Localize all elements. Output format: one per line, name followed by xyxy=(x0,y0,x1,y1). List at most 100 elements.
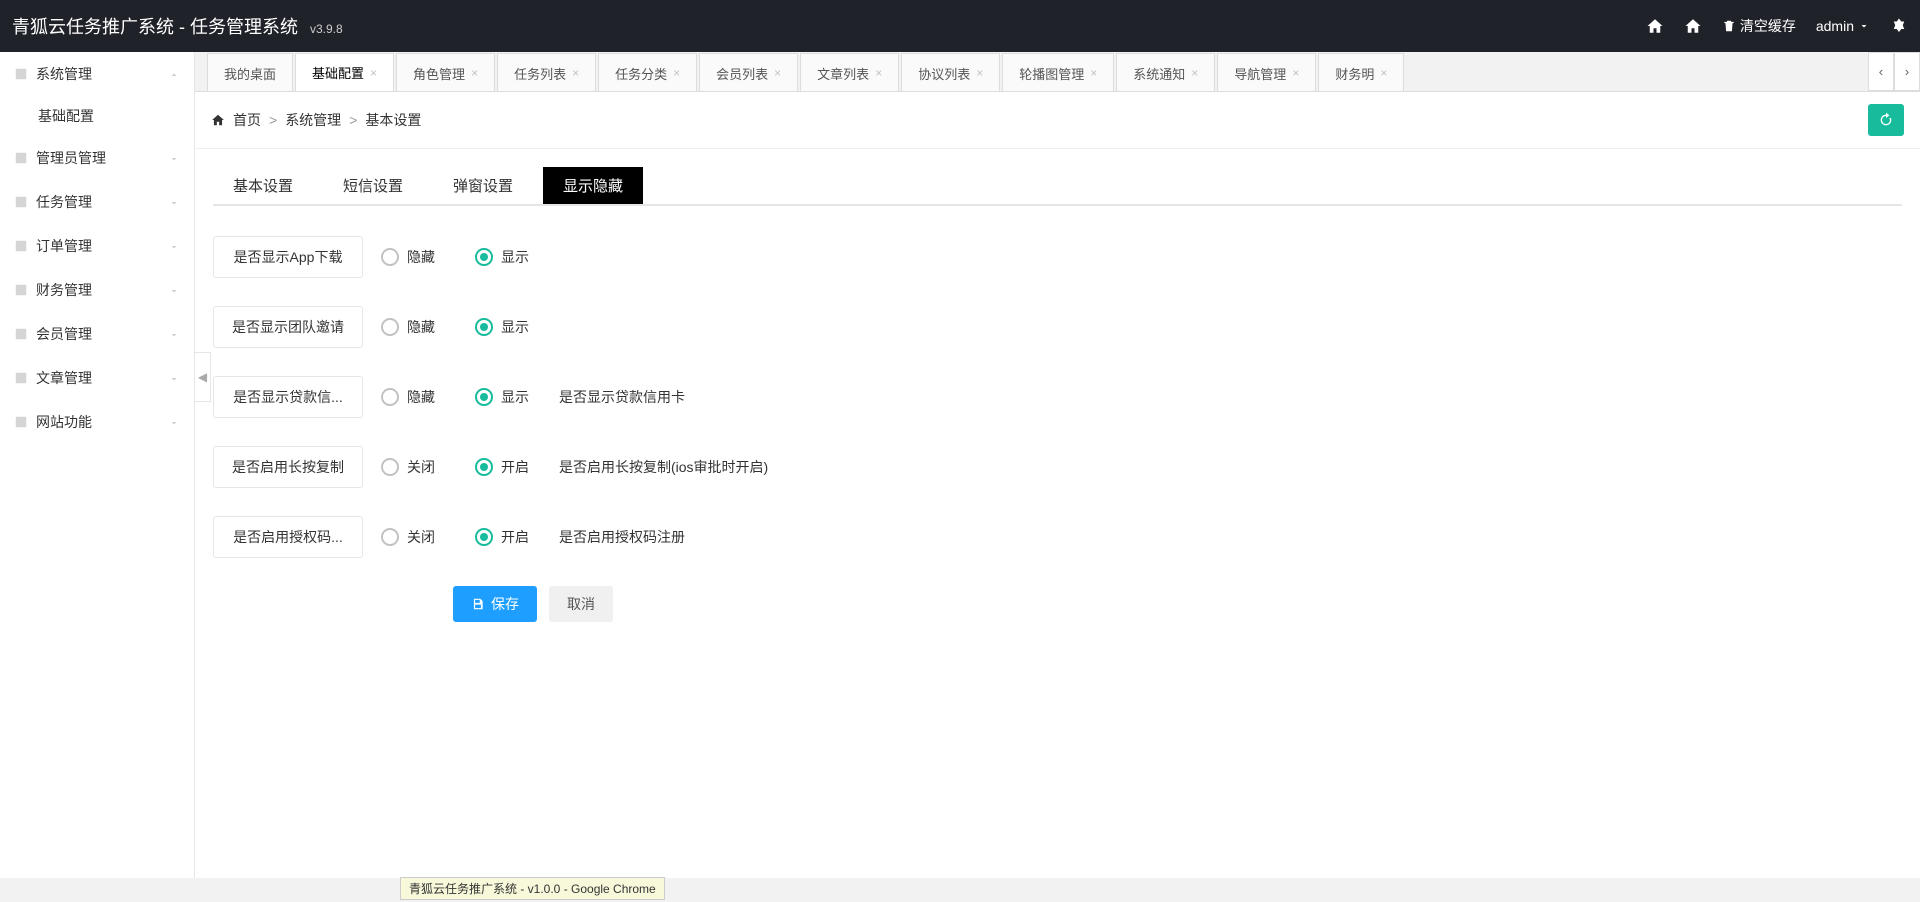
radio-a[interactable]: 隐藏 xyxy=(381,387,435,407)
user-name: admin xyxy=(1816,18,1854,34)
form-row-3: 是否启用长按复制关闭 开启 是否启用长按复制(ios审批时开启) xyxy=(213,446,1902,488)
close-icon[interactable]: × xyxy=(572,66,579,80)
tab-label: 任务列表 xyxy=(514,64,566,83)
save-button[interactable]: 保存 xyxy=(453,586,537,622)
radio-b[interactable]: 开启 xyxy=(475,457,529,477)
close-icon[interactable]: × xyxy=(1292,66,1299,80)
menu-icon xyxy=(14,371,28,385)
radio-label: 显示 xyxy=(501,247,529,267)
sidebar-item-7[interactable]: 网站功能 xyxy=(0,400,194,444)
sidebar-item-0[interactable]: 系统管理 xyxy=(0,52,194,96)
radio-b[interactable]: 显示 xyxy=(475,317,529,337)
radio-circle-icon xyxy=(475,528,493,546)
sub-tab-1[interactable]: 短信设置 xyxy=(323,167,423,204)
breadcrumb-2: 基本设置 xyxy=(365,110,421,130)
form-label: 是否启用长按复制 xyxy=(213,446,363,488)
radio-a[interactable]: 关闭 xyxy=(381,527,435,547)
sidebar-item-6[interactable]: 文章管理 xyxy=(0,356,194,400)
tab-11[interactable]: 财务明 × xyxy=(1318,53,1404,91)
close-icon[interactable]: × xyxy=(1090,66,1097,80)
radio-label: 显示 xyxy=(501,387,529,407)
tab-label: 财务明 xyxy=(1335,64,1374,83)
sidebar-item-label: 订单管理 xyxy=(36,236,92,256)
radio-circle-icon xyxy=(381,248,399,266)
tab-7[interactable]: 协议列表× xyxy=(901,53,1000,91)
close-icon[interactable]: × xyxy=(1380,66,1387,80)
breadcrumb-1[interactable]: 系统管理 xyxy=(285,110,341,130)
row-note: 是否启用长按复制(ios审批时开启) xyxy=(559,457,768,477)
tab-2[interactable]: 角色管理 × xyxy=(396,53,495,91)
close-icon[interactable]: × xyxy=(673,66,680,80)
sidebar-subitem-0-0[interactable]: 基础配置 xyxy=(0,96,194,136)
chevron-down-icon xyxy=(168,196,180,208)
tab-3[interactable]: 任务列表 × xyxy=(497,53,596,91)
chevron-down-icon xyxy=(168,240,180,252)
browser-tooltip: 青狐云任务推广系统 - v1.0.0 - Google Chrome xyxy=(400,877,665,900)
close-icon[interactable]: × xyxy=(1191,66,1198,80)
sidebar-item-3[interactable]: 订单管理 xyxy=(0,224,194,268)
radio-circle-icon xyxy=(475,248,493,266)
close-icon[interactable]: × xyxy=(774,66,781,80)
radio-b[interactable]: 显示 xyxy=(475,247,529,267)
user-menu[interactable]: admin xyxy=(1816,18,1870,34)
sidebar-item-2[interactable]: 任务管理 xyxy=(0,180,194,224)
radio-b[interactable]: 开启 xyxy=(475,527,529,547)
breadcrumb-home[interactable]: 首页 xyxy=(233,110,261,130)
tab-label: 任务分类 xyxy=(615,64,667,83)
theme-icon[interactable] xyxy=(1890,17,1908,35)
sidebar-item-5[interactable]: 会员管理 xyxy=(0,312,194,356)
form-label: 是否显示App下载 xyxy=(213,236,363,278)
menu-icon xyxy=(14,415,28,429)
sidebar-item-1[interactable]: 管理员管理 xyxy=(0,136,194,180)
sub-tab-3[interactable]: 显示隐藏 xyxy=(543,167,643,204)
sidebar-item-label: 任务管理 xyxy=(36,192,92,212)
menu-icon xyxy=(14,195,28,209)
clear-cache-button[interactable]: 清空缓存 xyxy=(1722,16,1796,36)
radio-a[interactable]: 隐藏 xyxy=(381,247,435,267)
tabs-next-button[interactable]: › xyxy=(1894,52,1920,91)
home-alt-icon[interactable] xyxy=(1684,17,1702,35)
tab-9[interactable]: 系统通知× xyxy=(1116,53,1215,91)
close-icon[interactable]: × xyxy=(875,66,882,80)
breadcrumb: 首页 > 系统管理 > 基本设置 xyxy=(211,110,421,130)
close-icon[interactable]: × xyxy=(976,66,983,80)
sidebar-item-label: 财务管理 xyxy=(36,280,92,300)
radio-b[interactable]: 显示 xyxy=(475,387,529,407)
radio-a[interactable]: 关闭 xyxy=(381,457,435,477)
form-row-1: 是否显示团队邀请隐藏显示 xyxy=(213,306,1902,348)
sidebar: 系统管理基础配置管理员管理任务管理订单管理财务管理会员管理文章管理网站功能 xyxy=(0,52,195,878)
tabs-prev-button[interactable]: ‹ xyxy=(1868,52,1894,91)
sub-tab-0[interactable]: 基本设置 xyxy=(213,167,313,204)
tab-label: 角色管理 xyxy=(413,64,465,83)
refresh-button[interactable] xyxy=(1868,104,1904,136)
form-row-2: 是否显示贷款信...隐藏显示是否显示贷款信用卡 xyxy=(213,376,1902,418)
tab-6[interactable]: 文章列表× xyxy=(800,53,899,91)
home-icon[interactable] xyxy=(1646,17,1664,35)
tab-8[interactable]: 轮播图管理× xyxy=(1002,53,1114,91)
sidebar-item-label: 文章管理 xyxy=(36,368,92,388)
radio-circle-icon xyxy=(475,388,493,406)
chevron-up-icon xyxy=(168,68,180,80)
tab-0[interactable]: 我的桌面 xyxy=(207,53,293,91)
sidebar-toggle[interactable]: ◀ xyxy=(195,352,211,402)
cancel-button[interactable]: 取消 xyxy=(549,586,613,622)
radio-a[interactable]: 隐藏 xyxy=(381,317,435,337)
chevron-down-icon xyxy=(1858,20,1870,32)
sidebar-item-4[interactable]: 财务管理 xyxy=(0,268,194,312)
tab-1[interactable]: 基础配置× xyxy=(295,53,394,91)
chevron-down-icon xyxy=(168,372,180,384)
menu-icon xyxy=(14,283,28,297)
sidebar-item-label: 系统管理 xyxy=(36,64,92,84)
tab-5[interactable]: 会员列表 × xyxy=(699,53,798,91)
form-row-4: 是否启用授权码...关闭开启是否启用授权码注册 xyxy=(213,516,1902,558)
tab-4[interactable]: 任务分类 × xyxy=(598,53,697,91)
close-icon[interactable]: × xyxy=(471,66,478,80)
radio-label: 显示 xyxy=(501,317,529,337)
close-icon[interactable]: × xyxy=(370,66,377,80)
tab-label: 会员列表 xyxy=(716,64,768,83)
radio-circle-icon xyxy=(475,318,493,336)
sub-tab-2[interactable]: 弹窗设置 xyxy=(433,167,533,204)
sub-tabs: 基本设置短信设置弹窗设置显示隐藏 xyxy=(213,167,1902,206)
app-version: v3.9.8 xyxy=(310,22,343,36)
tab-10[interactable]: 导航管理× xyxy=(1217,53,1316,91)
